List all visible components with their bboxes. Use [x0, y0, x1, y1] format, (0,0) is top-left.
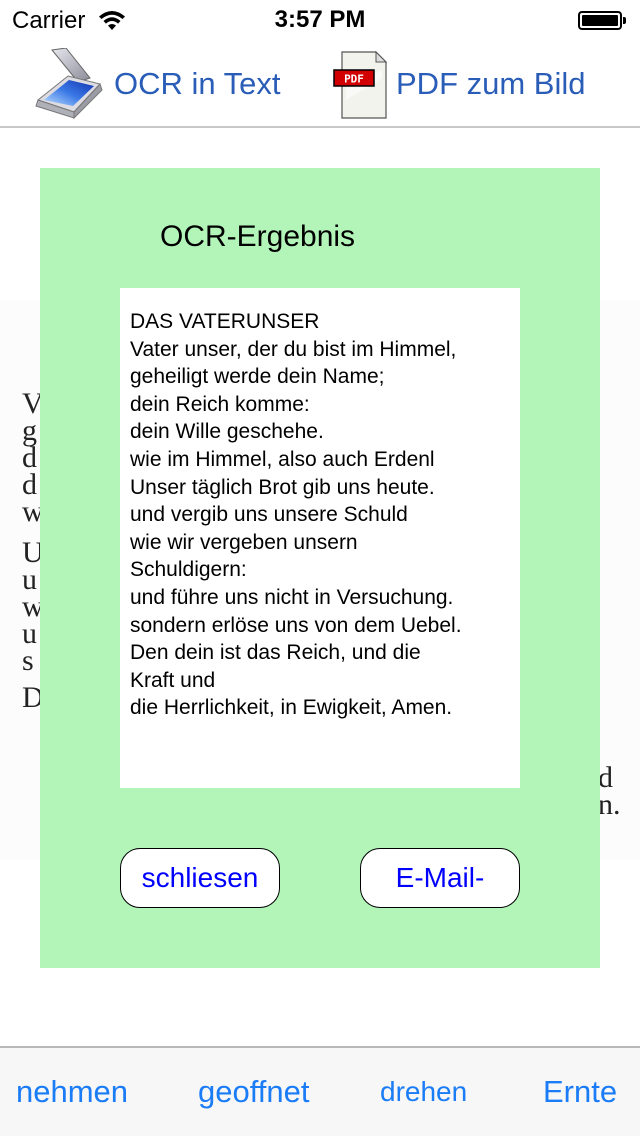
email-button[interactable]: E-Mail- [360, 848, 520, 908]
battery-full-icon [578, 11, 626, 30]
ocr-result-panel: OCR-Ergebnis DAS VATERUNSER Vater unser,… [40, 168, 600, 968]
scanner-icon [35, 48, 103, 120]
toolbar-item-ernte[interactable]: Ernte [543, 1074, 617, 1110]
ocr-in-text-button[interactable]: OCR in Text [34, 46, 281, 122]
pdf-document-icon: PDF [333, 50, 388, 119]
toolbar-item-geoffnet[interactable]: geoffnet [198, 1074, 309, 1110]
status-bar: Carrier 3:57 PM [0, 0, 640, 40]
toolbar-item-nehmen[interactable]: nehmen [16, 1074, 128, 1110]
document-right-fragment: d n. [598, 761, 621, 821]
ocr-result-text[interactable]: DAS VATERUNSER Vater unser, der du bist … [120, 288, 520, 788]
document-letter: d [598, 761, 613, 794]
pdf-zum-bild-label: PDF zum Bild [396, 66, 586, 101]
toolbar-item-drehen[interactable]: drehen [380, 1076, 467, 1108]
bottom-toolbar: nehmen geoffnet drehen Ernte [0, 1046, 640, 1136]
ocr-in-text-label: OCR in Text [114, 66, 281, 101]
top-toolbar: OCR in Text PDF PDF zum Bild [0, 40, 640, 128]
close-button[interactable]: schliesen [120, 848, 280, 908]
clock: 3:57 PM [274, 6, 366, 33]
document-letter: n. [598, 788, 621, 821]
ocr-result-title: OCR-Ergebnis [160, 220, 356, 253]
svg-text:PDF: PDF [344, 73, 364, 86]
screen: Carrier 3:57 PM OCR in Text PDF PDF zum … [0, 0, 640, 1136]
pdf-zum-bild-button[interactable]: PDF PDF zum Bild [332, 46, 585, 122]
